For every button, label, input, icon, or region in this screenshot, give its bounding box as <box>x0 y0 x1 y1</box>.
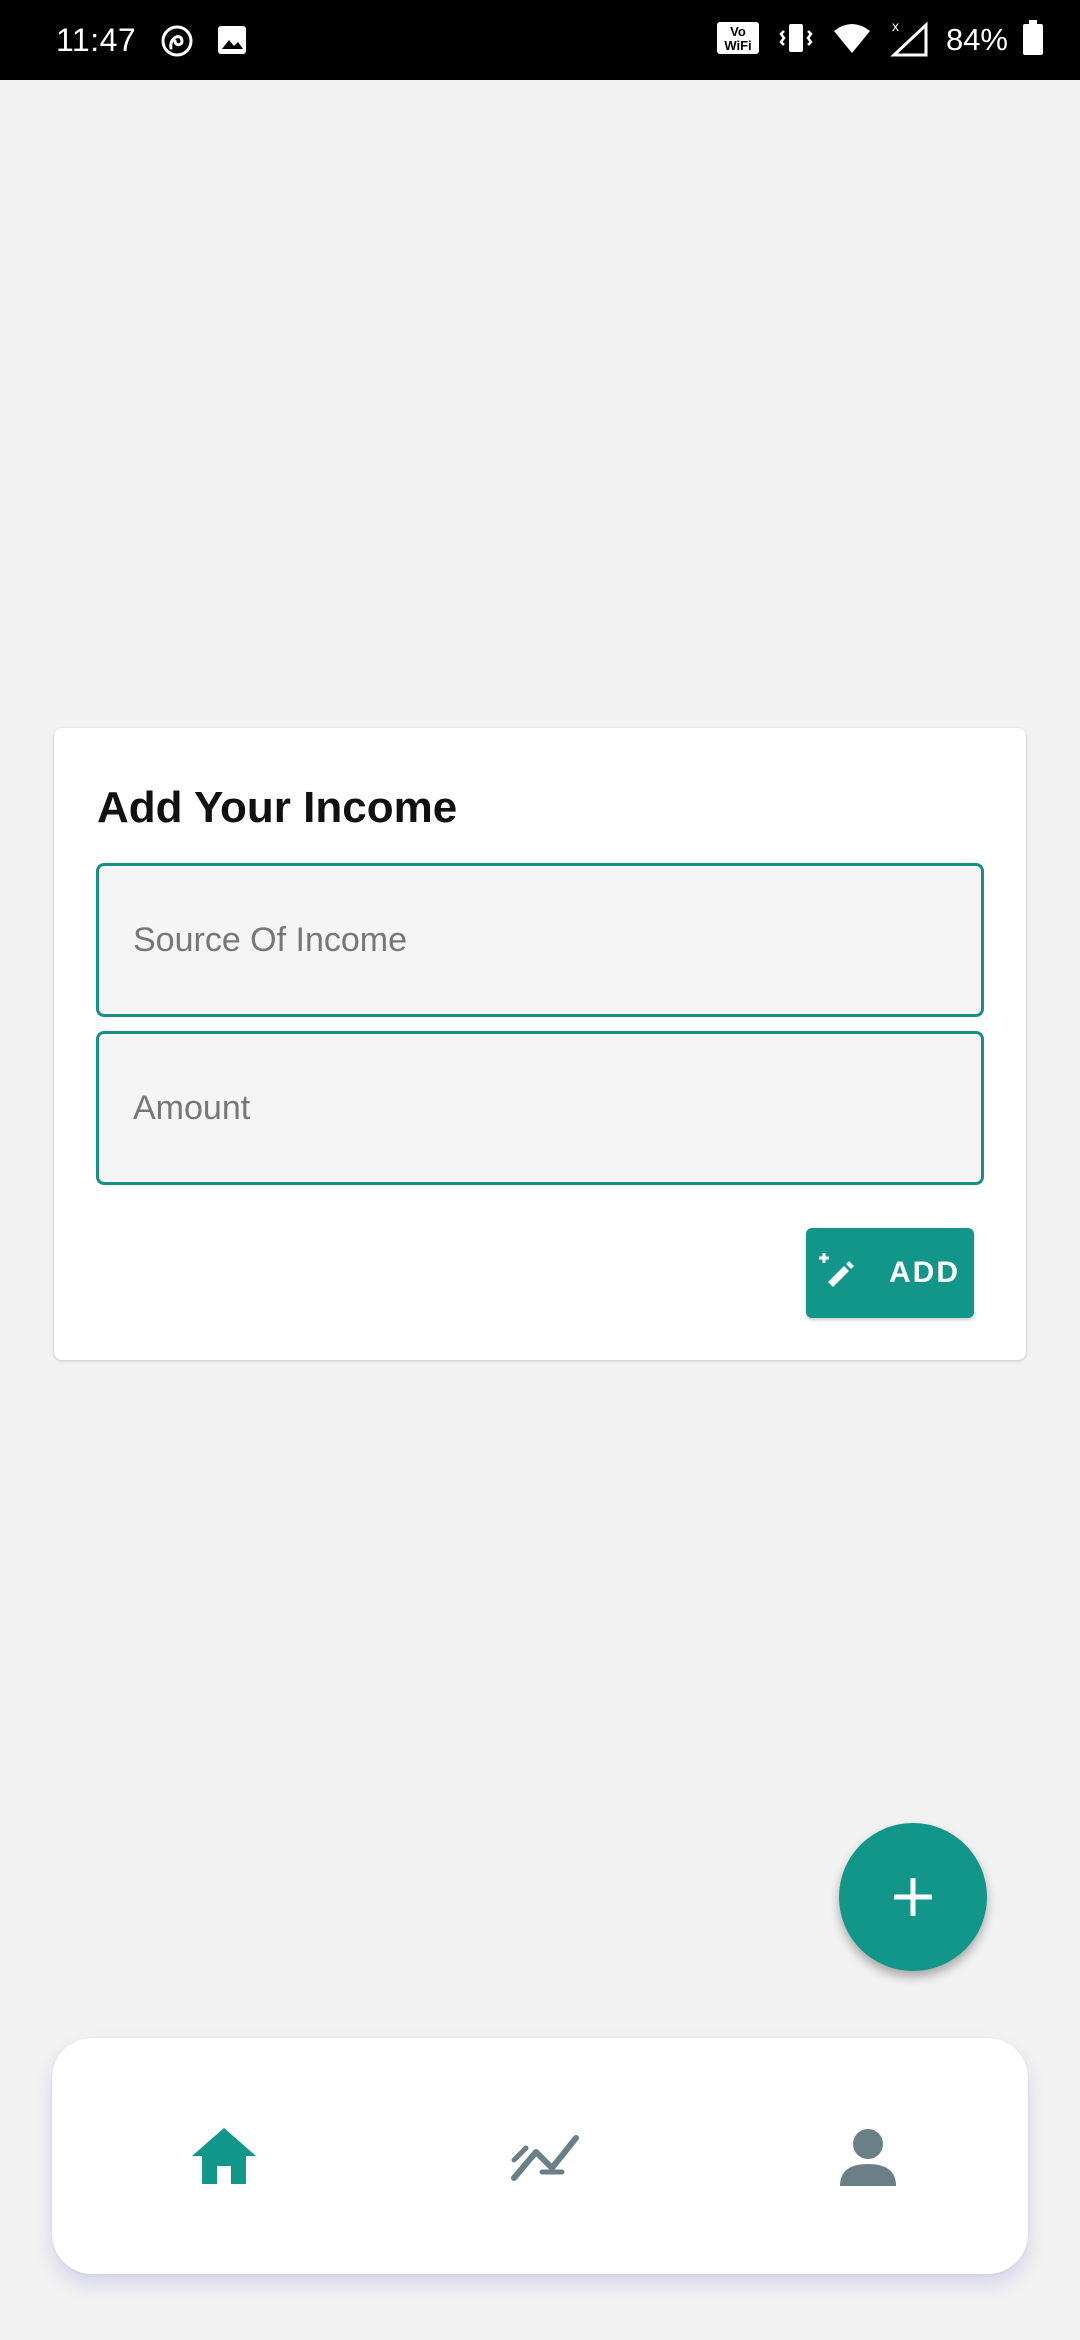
status-time: 11:47 <box>56 22 137 58</box>
plus-icon <box>894 1878 932 1916</box>
nav-statistics[interactable] <box>506 2116 586 2196</box>
source-field[interactable] <box>96 863 984 1017</box>
vowifi-icon: Vo WiFi <box>716 21 760 60</box>
home-icon <box>192 2128 256 2184</box>
add-income-card: Add Your Income ADD <box>54 728 1026 1360</box>
nav-profile[interactable] <box>828 2116 908 2196</box>
add-button-label: ADD <box>889 1256 960 1289</box>
bottom-navigation <box>52 2038 1028 2274</box>
status-bar: 11:47 Vo WiFi x 84% <box>0 0 1080 80</box>
edit-icon <box>816 1252 856 1297</box>
add-fab-button[interactable] <box>839 1823 987 1971</box>
vibrate-icon <box>778 20 814 61</box>
add-button[interactable]: ADD <box>806 1228 974 1318</box>
svg-text:WiFi: WiFi <box>724 38 751 53</box>
svg-text:Vo: Vo <box>730 24 746 39</box>
signal-icon: x <box>890 18 928 62</box>
card-title: Add Your Income <box>97 783 458 832</box>
amount-field[interactable] <box>96 1031 984 1185</box>
source-of-income-input[interactable] <box>99 866 981 1014</box>
battery-level: 84% <box>945 22 1008 57</box>
nav-home[interactable] <box>184 2116 264 2196</box>
battery-icon <box>1022 19 1044 61</box>
trending-icon <box>511 2135 579 2181</box>
wifi-icon <box>832 21 872 60</box>
person-icon <box>840 2129 896 2186</box>
amount-input[interactable] <box>99 1034 981 1182</box>
svg-text:x: x <box>892 19 899 34</box>
image-icon <box>216 24 248 61</box>
sync-icon <box>160 24 194 63</box>
